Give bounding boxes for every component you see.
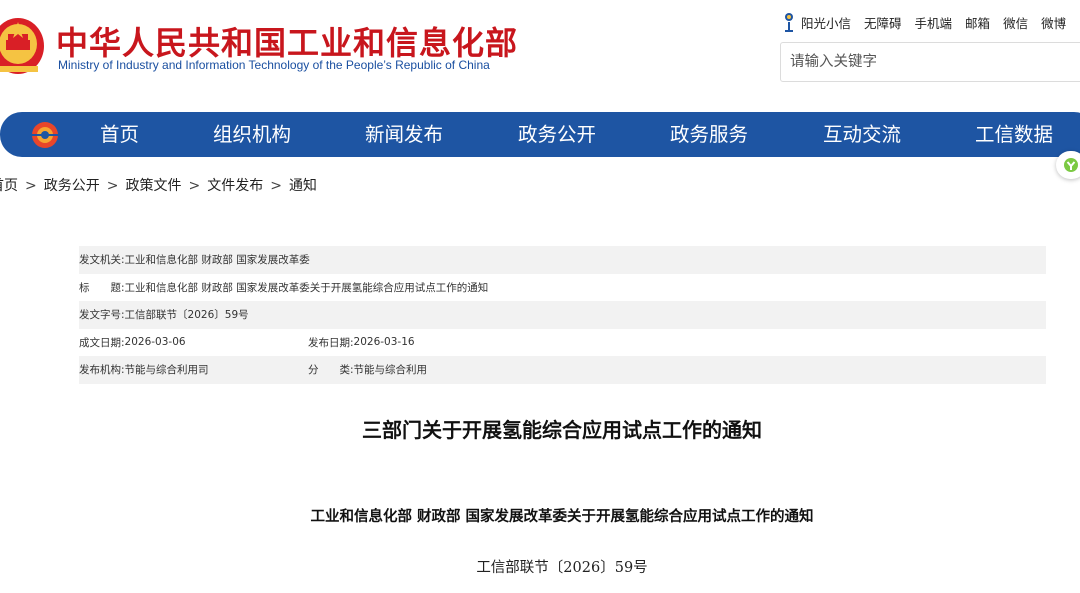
site-header: 中华人民共和国工业和信息化部 Ministry of Industry and … xyxy=(0,0,1080,112)
info-row-org: 发布机构: 节能与综合利用司 分 类: 节能与综合利用 xyxy=(79,356,1046,384)
national-emblem-icon[interactable] xyxy=(0,14,44,76)
info-row-issuer: 发文机关: 工业和信息化部 财政部 国家发展改革委 xyxy=(79,246,1046,274)
top-link-sunshine[interactable]: 阳光小信 xyxy=(801,13,851,32)
sunshine-icon[interactable] xyxy=(782,11,796,33)
info-value-published: 2026-03-16 xyxy=(353,336,415,349)
top-link-mobile[interactable]: 手机端 xyxy=(915,13,953,32)
breadcrumb-separator: > xyxy=(270,178,282,194)
doc-info-table: 发文机关: 工业和信息化部 财政部 国家发展改革委 标 题: 工业和信息化部 财… xyxy=(79,246,1046,384)
article-subtitle: 工业和信息化部 财政部 国家发展改革委关于开展氢能综合应用试点工作的通知 xyxy=(310,508,814,525)
nav-item-gov-affairs[interactable]: 政务公开 xyxy=(518,112,596,157)
info-label-doc-no: 发文字号: xyxy=(79,309,125,322)
article-title: 三部门关于开展氢能综合应用试点工作的通知 xyxy=(362,418,762,442)
top-link-accessibility[interactable]: 无障碍 xyxy=(864,13,902,32)
info-value-created: 2026-03-06 xyxy=(124,336,186,349)
top-link-wechat[interactable]: 微信 xyxy=(1003,13,1028,32)
info-value-doc-no: 工信部联节〔2026〕59号 xyxy=(124,309,249,322)
info-label-issuer: 发文机关: xyxy=(79,254,125,267)
info-value-category: 节能与综合利用 xyxy=(353,364,428,377)
nav-item-organization[interactable]: 组织机构 xyxy=(213,112,291,157)
nav-item-home[interactable]: 首页 xyxy=(100,112,139,157)
top-link-weibo[interactable]: 微博 xyxy=(1041,13,1066,32)
breadcrumb-separator: > xyxy=(25,178,37,194)
search-input[interactable] xyxy=(781,43,1080,81)
nav-item-news[interactable]: 新闻发布 xyxy=(365,112,443,157)
breadcrumb-gov-affairs[interactable]: 政务公开 xyxy=(44,178,100,194)
info-value-issuer: 工业和信息化部 财政部 国家发展改革委 xyxy=(124,254,310,267)
info-row-doc-no: 发文字号: 工信部联节〔2026〕59号 xyxy=(79,301,1046,329)
miit-logo-icon[interactable] xyxy=(30,120,60,150)
top-links: 阳光小信 无障碍 手机端 邮箱 微信 微博 xyxy=(782,10,1066,34)
search-box xyxy=(780,42,1080,82)
info-row-dates: 成文日期: 2026-03-06 发布日期: 2026-03-16 xyxy=(79,329,1046,357)
main-nav: 首页 组织机构 新闻发布 政务公开 政务服务 互动交流 工信数据 xyxy=(0,112,1080,157)
info-label-category: 分 类: xyxy=(308,364,354,377)
side-widget[interactable] xyxy=(1056,151,1080,179)
top-link-mail[interactable]: 邮箱 xyxy=(965,13,990,32)
breadcrumb-separator: > xyxy=(188,178,201,194)
breadcrumb: 首页 > 政务公开 > 政策文件 > 文件发布 > 通知 xyxy=(0,175,317,195)
info-label-title: 标 题: xyxy=(79,281,125,294)
info-label-created: 成文日期: xyxy=(79,336,125,349)
breadcrumb-notice[interactable]: 通知 xyxy=(289,178,317,194)
nav-item-gov-services[interactable]: 政务服务 xyxy=(670,112,748,157)
info-label-published: 发布日期: xyxy=(308,336,354,349)
breadcrumb-doc-release[interactable]: 文件发布 xyxy=(207,178,263,194)
article-doc-number: 工信部联节〔2026〕59号 xyxy=(476,560,648,576)
nav-item-data[interactable]: 工信数据 xyxy=(975,112,1053,157)
site-title-en[interactable]: Ministry of Industry and Information Tec… xyxy=(58,58,490,72)
info-value-title: 工业和信息化部 财政部 国家发展改革委关于开展氢能综合应用试点工作的通知 xyxy=(124,281,489,294)
side-widget-icon xyxy=(1064,158,1078,172)
info-value-org: 节能与综合利用司 xyxy=(124,364,209,377)
breadcrumb-policy-docs[interactable]: 政策文件 xyxy=(125,178,181,194)
nav-item-interaction[interactable]: 互动交流 xyxy=(823,112,901,157)
info-label-org: 发布机构: xyxy=(79,364,125,377)
breadcrumb-home[interactable]: 首页 xyxy=(0,178,18,194)
breadcrumb-separator: > xyxy=(106,178,119,194)
info-row-title: 标 题: 工业和信息化部 财政部 国家发展改革委关于开展氢能综合应用试点工作的通… xyxy=(79,274,1046,302)
